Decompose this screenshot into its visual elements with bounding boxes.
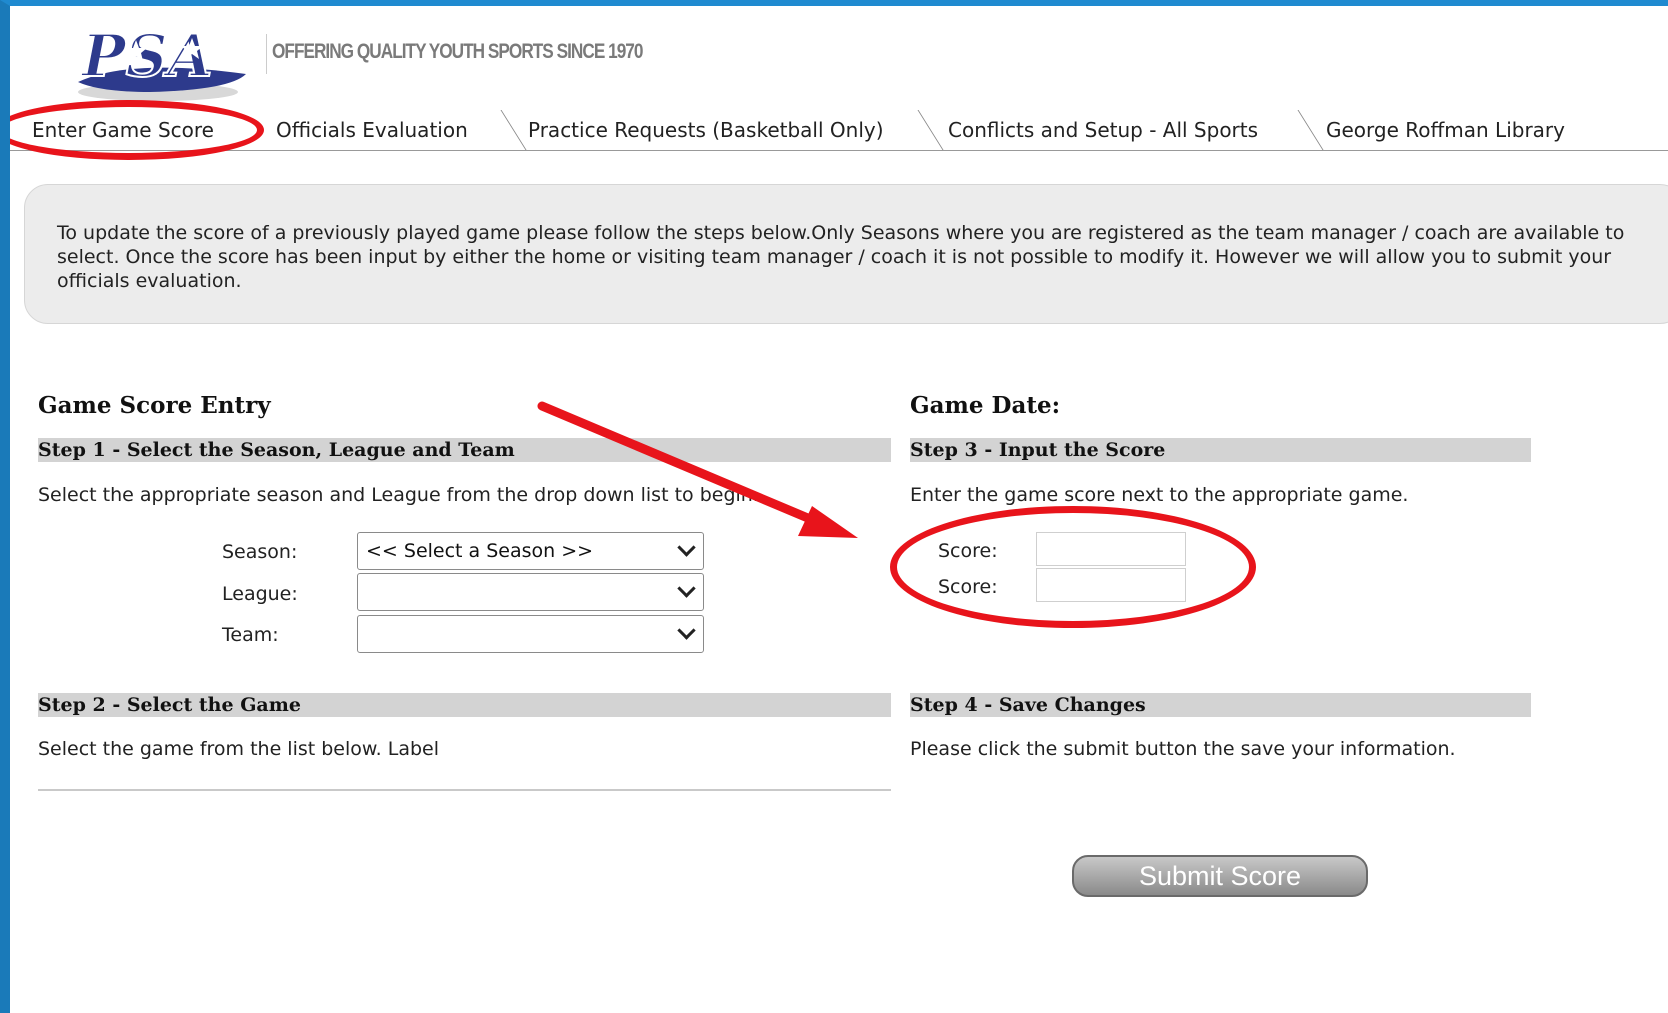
page: PSA OFFERING QUALITY YOUTH SPORTS SINCE … [10,6,1668,1013]
annotation-score-highlight-ring [890,506,1256,628]
tab-practice-requests[interactable]: Practice Requests (Basketball Only) [528,110,944,150]
notice-text: To update the score of a previously play… [57,222,1625,292]
score-input-2[interactable] [1036,568,1186,602]
tab-enter-game-score[interactable]: Enter Game Score [32,110,252,150]
tab-officials-evaluation[interactable]: Officials Evaluation [276,110,527,150]
league-select[interactable] [357,573,704,611]
psa-logo: PSA [78,21,246,101]
submit-score-button[interactable]: Submit Score [1072,855,1368,897]
team-label: Team: [222,624,279,646]
step1-header: Step 1 - Select the Season, League and T… [38,438,891,462]
svg-text:PSA: PSA [80,22,213,90]
tab-separator [500,110,527,150]
step2-instruction: Select the game from the list below. Lab… [38,738,440,760]
score-input-1[interactable] [1036,532,1186,566]
team-select[interactable] [357,615,704,653]
tab-bar: Enter Game Score Officials Evaluation Pr… [10,110,1668,151]
tab-separator [1297,110,1324,150]
game-date-heading: Game Date: [910,392,1061,419]
annotation-arrow [537,401,858,538]
tab-label: Practice Requests (Basketball Only) [528,118,884,142]
step3-instruction: Enter the game score next to the appropr… [910,484,1409,506]
step3-header: Step 3 - Input the Score [910,438,1531,462]
score-label-1: Score: [938,540,998,562]
tab-label: Officials Evaluation [276,118,468,142]
step4-header: Step 4 - Save Changes [910,693,1531,717]
step1-instruction: Select the appropriate season and League… [38,484,759,506]
chevron-down-icon [677,538,696,557]
tab-label: George Roffman Library [1326,118,1565,142]
step2-header: Step 2 - Select the Game [38,693,891,717]
step4-instruction: Please click the submit button the save … [910,738,1456,760]
instructions-notice: To update the score of a previously play… [24,184,1668,324]
season-label: Season: [222,541,298,563]
tagline-divider [266,34,267,74]
game-score-entry-heading: Game Score Entry [38,392,271,419]
game-list-divider [38,789,891,791]
tab-conflicts-setup[interactable]: Conflicts and Setup - All Sports [948,110,1324,150]
tab-george-roffman-library[interactable]: George Roffman Library [1326,110,1668,150]
tab-label: Enter Game Score [32,118,214,142]
chevron-down-icon [677,579,696,598]
season-select[interactable]: << Select a Season >> [357,532,704,570]
season-select-value: << Select a Season >> [366,540,594,562]
tab-label: Conflicts and Setup - All Sports [948,118,1259,142]
tab-separator [917,110,944,150]
league-label: League: [222,583,298,605]
chevron-down-icon [677,621,696,640]
score-label-2: Score: [938,576,998,598]
tagline: OFFERING QUALITY YOUTH SPORTS SINCE 1970 [272,40,643,63]
